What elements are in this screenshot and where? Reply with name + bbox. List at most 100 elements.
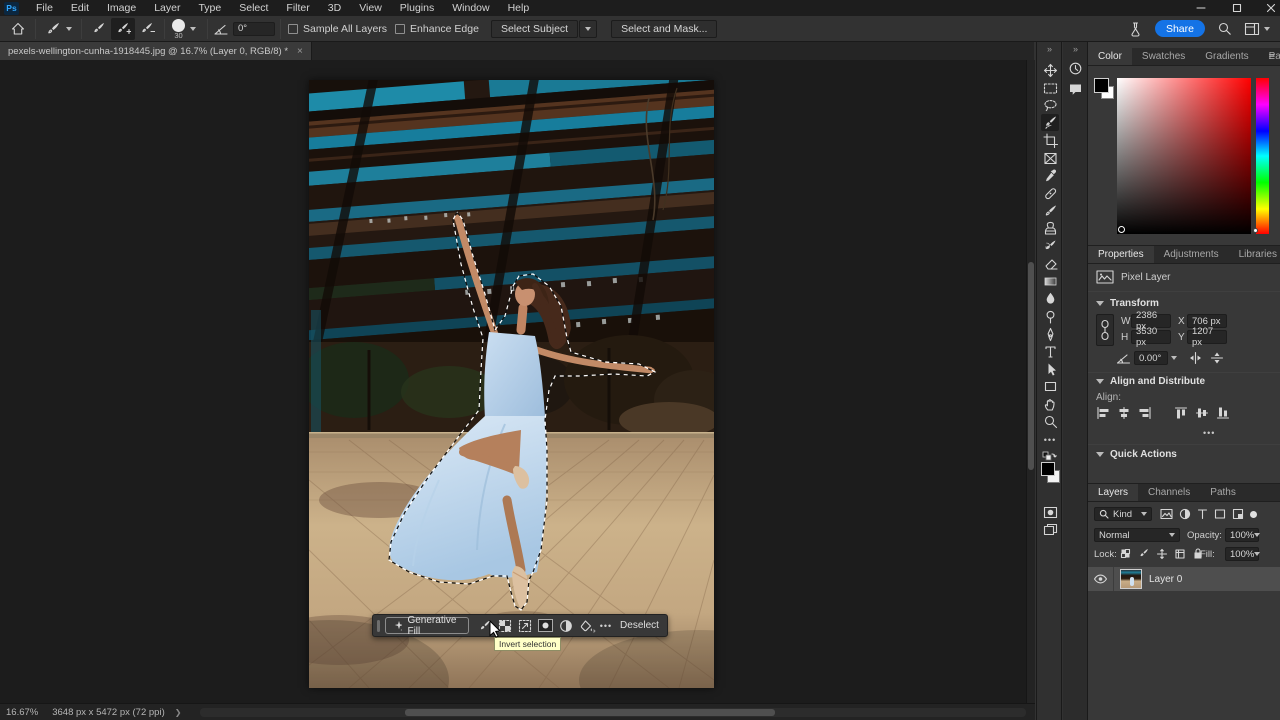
brush-angle-field[interactable]: 0° xyxy=(233,22,275,36)
add-mask-button[interactable] xyxy=(535,616,555,635)
workspace-switcher[interactable] xyxy=(1244,22,1270,36)
transform-selection-button[interactable] xyxy=(515,616,535,635)
rectangular-marquee-tool[interactable] xyxy=(1041,80,1059,97)
y-field[interactable]: 1207 px xyxy=(1187,330,1227,344)
tab-layers[interactable]: Layers xyxy=(1088,484,1138,501)
gradient-tool[interactable] xyxy=(1041,273,1059,290)
foreground-color-swatch[interactable] xyxy=(1041,462,1055,476)
align-left-icon[interactable] xyxy=(1096,406,1110,420)
tab-properties[interactable]: Properties xyxy=(1088,246,1154,263)
fill-field[interactable]: 100% xyxy=(1225,547,1259,561)
window-maximize-button[interactable] xyxy=(1222,0,1252,16)
tab-paths[interactable]: Paths xyxy=(1200,484,1246,501)
lock-artboard-icon[interactable] xyxy=(1174,548,1186,560)
flip-vertical-icon[interactable] xyxy=(1210,351,1224,365)
brush-tool[interactable] xyxy=(1041,203,1059,220)
history-panel-icon[interactable] xyxy=(1066,60,1084,77)
layer-name[interactable]: Layer 0 xyxy=(1149,574,1182,585)
color-picker-marker[interactable] xyxy=(1118,226,1125,233)
angle-options-chevron[interactable] xyxy=(1171,356,1177,360)
zoom-tool[interactable] xyxy=(1041,413,1059,430)
generative-fill-button[interactable]: Generative Fill xyxy=(385,617,469,634)
tab-color[interactable]: Color xyxy=(1088,48,1132,65)
zoom-level-field[interactable]: 16.67% xyxy=(6,707,38,718)
eyedropper-tool[interactable] xyxy=(1041,167,1059,184)
menu-window[interactable]: Window xyxy=(443,0,498,16)
sample-all-layers-checkbox[interactable]: Sample All Layers xyxy=(288,23,387,35)
collapse-dock-icon[interactable]: » xyxy=(1063,44,1087,54)
enhance-edge-checkbox[interactable]: Enhance Edge xyxy=(395,23,479,35)
vertical-scrollbar[interactable] xyxy=(1026,60,1035,703)
menu-view[interactable]: View xyxy=(350,0,391,16)
tab-close-icon[interactable]: × xyxy=(297,46,303,57)
adjustments-button[interactable] xyxy=(556,616,576,635)
select-and-mask-button[interactable]: Select and Mask... xyxy=(611,20,717,38)
tab-swatches[interactable]: Swatches xyxy=(1132,48,1195,65)
eraser-tool[interactable] xyxy=(1041,255,1059,272)
beaker-icon[interactable] xyxy=(1128,21,1143,37)
window-close-button[interactable] xyxy=(1256,0,1280,16)
rectangle-tool[interactable] xyxy=(1041,378,1059,395)
history-brush-tool[interactable] xyxy=(1041,238,1059,255)
collapse-tools-icon[interactable]: » xyxy=(1037,44,1061,54)
lock-position-icon[interactable] xyxy=(1156,548,1168,560)
menu-help[interactable]: Help xyxy=(499,0,539,16)
flip-horizontal-icon[interactable] xyxy=(1188,351,1203,365)
align-right-icon[interactable] xyxy=(1138,406,1152,420)
lasso-tool[interactable] xyxy=(1041,97,1059,114)
foreground-swatch[interactable] xyxy=(1094,78,1109,93)
filter-shape-layers-icon[interactable] xyxy=(1214,508,1226,520)
canvas-area[interactable]: Generative Fill ••• xyxy=(0,60,1026,703)
hue-slider-marker[interactable] xyxy=(1253,228,1258,233)
deselect-button[interactable]: Deselect xyxy=(616,620,667,631)
height-field[interactable]: 3530 px xyxy=(1131,330,1171,344)
lock-pixels-icon[interactable] xyxy=(1138,548,1150,560)
brush-size-picker[interactable]: 30 xyxy=(172,19,185,39)
edit-toolbar-button[interactable]: ••• xyxy=(1041,431,1059,448)
layer-row-layer0[interactable]: Layer 0 xyxy=(1088,567,1280,591)
foreground-background-swatches[interactable] xyxy=(1041,462,1063,490)
spot-healing-brush-tool[interactable] xyxy=(1041,185,1059,202)
clone-stamp-tool[interactable] xyxy=(1041,220,1059,237)
lock-transparency-icon[interactable] xyxy=(1120,548,1132,560)
share-button[interactable]: Share xyxy=(1155,20,1205,37)
tab-gradients[interactable]: Gradients xyxy=(1195,48,1258,65)
color-spectrum-field[interactable] xyxy=(1117,78,1251,234)
panel-menu-icon[interactable]: ≡ xyxy=(1269,51,1275,63)
filtering-toggle[interactable] xyxy=(1250,511,1257,518)
align-more-button[interactable]: ••• xyxy=(1203,428,1215,438)
menu-select[interactable]: Select xyxy=(230,0,277,16)
pen-tool[interactable] xyxy=(1041,326,1059,343)
tab-libraries[interactable]: Libraries xyxy=(1229,246,1280,263)
tab-adjustments[interactable]: Adjustments xyxy=(1154,246,1229,263)
document-tab[interactable]: pexels-wellington-cunha-1918445.jpg @ 16… xyxy=(0,42,312,60)
brush-mode-subtract-button[interactable] xyxy=(135,18,159,40)
status-chevron-icon[interactable]: ❯ xyxy=(175,708,182,717)
window-minimize-button[interactable] xyxy=(1186,0,1216,16)
color-swatch-pair[interactable] xyxy=(1094,78,1116,102)
path-selection-tool[interactable] xyxy=(1041,361,1059,378)
menu-image[interactable]: Image xyxy=(98,0,145,16)
filter-pixel-layers-icon[interactable] xyxy=(1160,508,1173,520)
selection-brush-button[interactable] xyxy=(475,616,495,635)
frame-tool[interactable] xyxy=(1041,150,1059,167)
home-button[interactable] xyxy=(6,18,30,40)
layer-filter-kind-dropdown[interactable]: Kind xyxy=(1094,507,1152,521)
horizontal-scrollbar-thumb[interactable] xyxy=(405,709,775,716)
menu-3d[interactable]: 3D xyxy=(319,0,350,16)
layer-visibility-eye-icon[interactable] xyxy=(1093,573,1108,585)
opacity-field[interactable]: 100% xyxy=(1225,528,1259,542)
align-section-header[interactable]: Align and Distribute xyxy=(1096,376,1205,387)
blur-tool[interactable] xyxy=(1041,290,1059,307)
quick-mask-mode-button[interactable] xyxy=(1041,504,1059,521)
layer-thumbnail[interactable] xyxy=(1120,569,1142,589)
brush-mode-add-button[interactable] xyxy=(111,18,135,40)
move-tool[interactable] xyxy=(1041,62,1059,79)
dodge-tool[interactable] xyxy=(1041,308,1059,325)
align-bottom-icon[interactable] xyxy=(1216,406,1230,420)
comments-panel-icon[interactable] xyxy=(1066,80,1084,97)
menu-file[interactable]: File xyxy=(27,0,62,16)
type-tool[interactable] xyxy=(1041,343,1059,360)
document-canvas[interactable] xyxy=(309,80,714,688)
select-subject-options-button[interactable] xyxy=(579,20,597,38)
